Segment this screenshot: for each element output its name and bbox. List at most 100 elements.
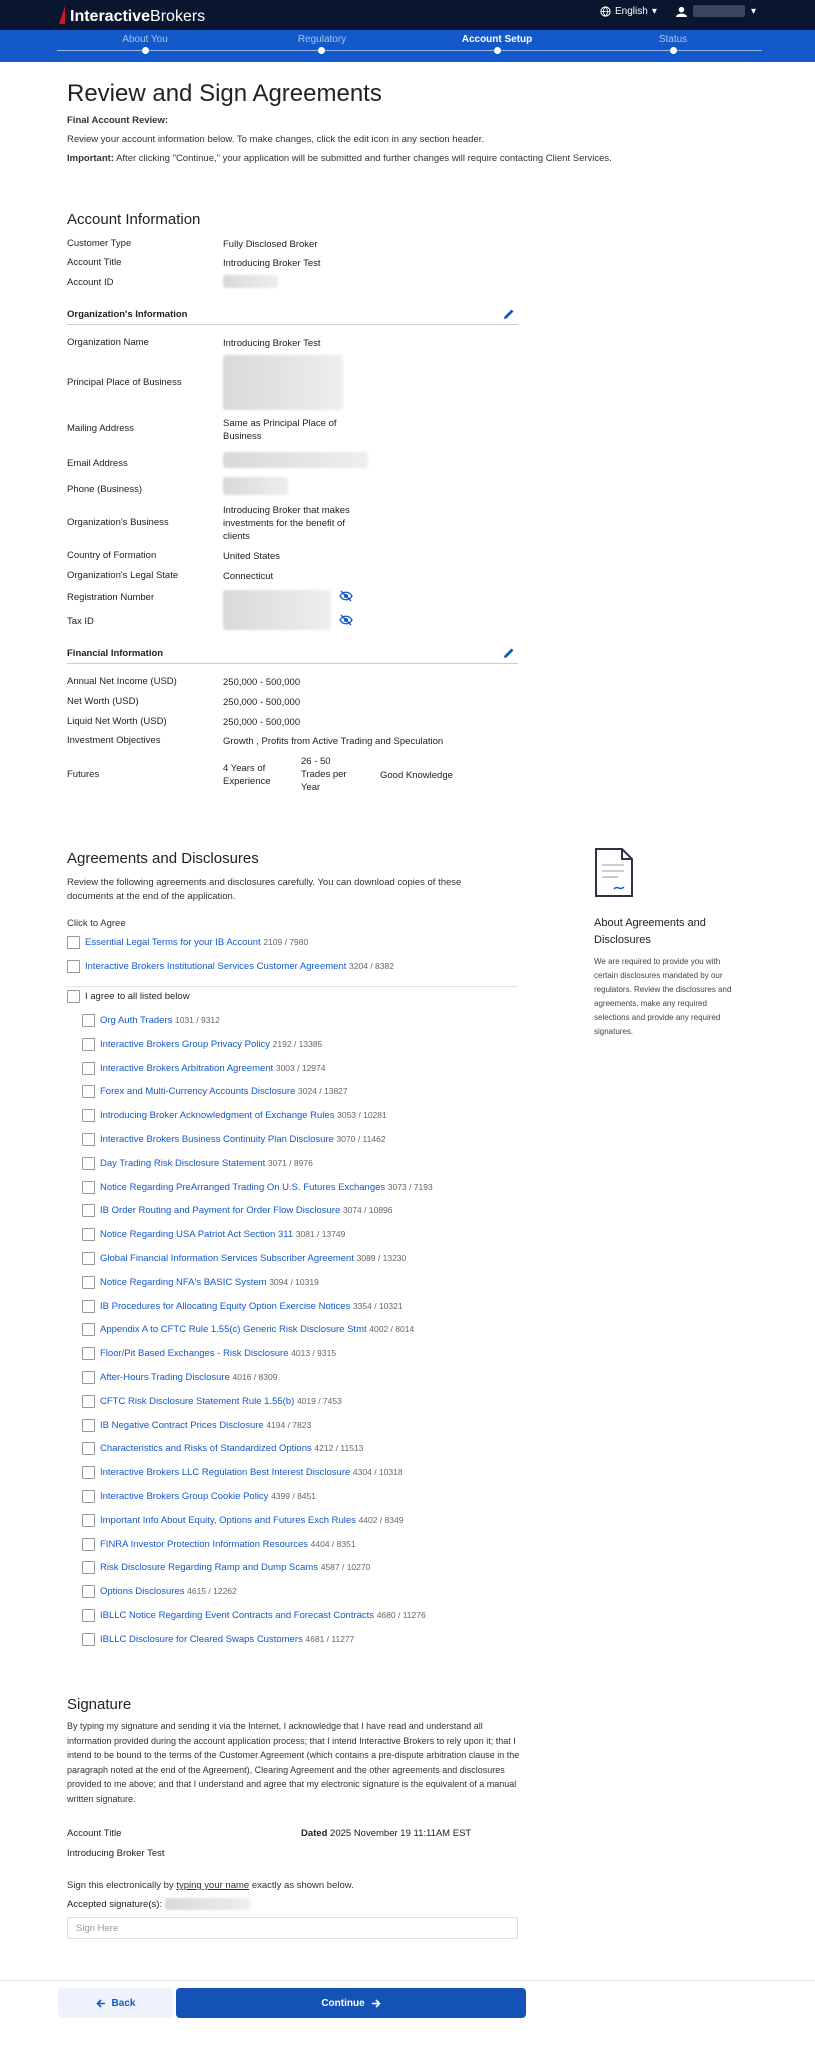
checkbox[interactable] [82, 1561, 95, 1574]
agreement-title: Floor/Pit Based Exchanges - Risk Disclos… [100, 1348, 289, 1359]
account-title-value: Introducing Broker Test [67, 1848, 165, 1859]
pencil-icon[interactable] [503, 647, 515, 659]
language-selector[interactable]: English ▾ [600, 6, 657, 17]
checkbox[interactable] [82, 1514, 95, 1527]
agreement-link[interactable]: CFTC Risk Disclosure Statement Rule 1.55… [100, 1396, 342, 1407]
checkbox[interactable] [82, 1609, 95, 1622]
brand-logo[interactable]: InteractiveBrokers [70, 8, 205, 26]
important-label: Important: [67, 153, 114, 164]
progress-stepper: About You Regulatory Account Setup Statu… [0, 30, 815, 62]
agreement-link[interactable]: Interactive Brokers Business Continuity … [100, 1134, 386, 1145]
checkbox[interactable] [82, 1371, 95, 1384]
agreement-link[interactable]: Characteristics and Risks of Standardize… [100, 1443, 363, 1454]
agreement-link[interactable]: IBLLC Notice Regarding Event Contracts a… [100, 1610, 426, 1621]
important-note: Important: After clicking "Continue," yo… [67, 153, 612, 164]
account-title-label: Account Title [67, 1828, 122, 1839]
top-navbar: InteractiveBrokers English ▾ ▾ [0, 0, 815, 30]
eye-slash-icon[interactable] [339, 614, 353, 626]
agreement-link[interactable]: IB Order Routing and Payment for Order F… [100, 1205, 393, 1216]
agreement-title: Notice Regarding PreArranged Trading On … [100, 1182, 386, 1193]
checkbox[interactable] [82, 1109, 95, 1122]
checkbox[interactable] [82, 1633, 95, 1646]
agreement-link[interactable]: IB Procedures for Allocating Equity Opti… [100, 1301, 403, 1312]
checkbox[interactable] [82, 1181, 95, 1194]
agreement-link[interactable]: Essential Legal Terms for your IB Accoun… [85, 937, 308, 948]
row-label: Mailing Address [67, 423, 135, 434]
checkbox[interactable] [67, 960, 80, 973]
page-title: Review and Sign Agreements [67, 80, 382, 107]
agreement-link[interactable]: Notice Regarding USA Patriot Act Section… [100, 1229, 345, 1240]
agreement-link[interactable]: Notice Regarding NFA's BASIC System 3094… [100, 1277, 319, 1288]
checkbox[interactable] [82, 1395, 95, 1408]
agreement-link[interactable]: Interactive Brokers LLC Regulation Best … [100, 1467, 403, 1478]
row-label: Account Title [67, 257, 122, 268]
checkbox[interactable] [82, 1419, 95, 1432]
pencil-icon[interactable] [503, 308, 515, 320]
agree-all-checkbox[interactable] [67, 990, 80, 1003]
checkbox[interactable] [82, 1228, 95, 1241]
agreement-version: 2192 / 13385 [272, 1039, 323, 1049]
aside-text: We are required to provide you with cert… [594, 957, 732, 1036]
agreement-link[interactable]: IB Negative Contract Prices Disclosure 4… [100, 1420, 311, 1431]
checkbox[interactable] [82, 1204, 95, 1217]
checkbox[interactable] [82, 1300, 95, 1313]
sign-instruction: Sign this electronically by typing your … [67, 1880, 354, 1891]
eye-slash-icon[interactable] [339, 590, 353, 602]
back-button[interactable]: Back [58, 1988, 173, 2018]
checkbox[interactable] [82, 1157, 95, 1170]
row-value: Introducing Broker that makes investment… [223, 505, 350, 542]
checkbox[interactable] [82, 1062, 95, 1075]
checkbox[interactable] [82, 1085, 95, 1098]
checkbox[interactable] [82, 1323, 95, 1336]
step-dot [494, 47, 501, 54]
agreement-title: Notice Regarding USA Patriot Act Section… [100, 1229, 294, 1240]
checkbox[interactable] [67, 936, 80, 949]
checkbox[interactable] [82, 1133, 95, 1146]
checkbox[interactable] [82, 1252, 95, 1265]
checkbox[interactable] [82, 1014, 95, 1027]
agreement-link[interactable]: Interactive Brokers Group Cookie Policy … [100, 1491, 316, 1502]
agreement-link[interactable]: Risk Disclosure Regarding Ramp and Dump … [100, 1562, 370, 1573]
continue-button[interactable]: Continue [176, 1988, 526, 2018]
checkbox[interactable] [82, 1276, 95, 1289]
agreement-link[interactable]: Interactive Brokers Group Privacy Policy… [100, 1039, 322, 1050]
user-menu[interactable]: ▾ [676, 5, 756, 17]
agreement-link[interactable]: Appendix A to CFTC Rule 1.55(c) Generic … [100, 1324, 414, 1335]
agreement-link[interactable]: Forex and Multi-Currency Accounts Disclo… [100, 1086, 348, 1097]
agreement-link[interactable]: Day Trading Risk Disclosure Statement 30… [100, 1158, 313, 1169]
agreement-link[interactable]: After-Hours Trading Disclosure 4016 / 83… [100, 1372, 277, 1383]
agreement-title: Forex and Multi-Currency Accounts Disclo… [100, 1086, 296, 1097]
checkbox[interactable] [82, 1538, 95, 1551]
agreement-link[interactable]: Introducing Broker Acknowledgment of Exc… [100, 1110, 387, 1121]
row-label: Registration Number [67, 592, 155, 603]
checkbox[interactable] [82, 1585, 95, 1598]
checkbox[interactable] [82, 1347, 95, 1360]
agreement-link[interactable]: IBLLC Disclosure for Cleared Swaps Custo… [100, 1634, 354, 1645]
agreement-link[interactable]: Options Disclosures 4615 / 12262 [100, 1586, 237, 1597]
row-label: Customer Type [67, 238, 132, 249]
agreement-link[interactable]: Global Financial Information Services Su… [100, 1253, 406, 1264]
agreement-title: Day Trading Risk Disclosure Statement [100, 1158, 266, 1169]
signature-input[interactable]: Sign Here [67, 1917, 518, 1939]
agreement-link[interactable]: Interactive Brokers Institutional Servic… [85, 961, 394, 972]
aside-title: About Agreements and Disclosures [594, 917, 706, 946]
checkbox[interactable] [82, 1466, 95, 1479]
checkbox[interactable] [82, 1442, 95, 1455]
checkbox[interactable] [82, 1038, 95, 1051]
click-to-agree-label: Click to Agree [67, 918, 126, 929]
agreement-link[interactable]: Notice Regarding PreArranged Trading On … [100, 1182, 433, 1193]
agreement-version: 4399 / 8451 [271, 1491, 316, 1501]
agreement-title: Interactive Brokers Group Privacy Policy [100, 1039, 271, 1050]
agreement-link[interactable]: Floor/Pit Based Exchanges - Risk Disclos… [100, 1348, 336, 1359]
dated-line: Dated 2025 November 19 11:11AM EST [301, 1828, 471, 1839]
futures-knowledge: Good Knowledge [380, 770, 453, 781]
user-name-redacted [693, 5, 745, 17]
checkbox[interactable] [82, 1490, 95, 1503]
agreement-link[interactable]: FINRA Investor Protection Information Re… [100, 1539, 356, 1550]
agreement-link[interactable]: Important Info About Equity, Options and… [100, 1515, 403, 1526]
row-label: Organization's Business [67, 517, 169, 528]
document-icon [595, 848, 633, 897]
agreements-heading: Agreements and Disclosures [67, 850, 259, 867]
agreement-link[interactable]: Interactive Brokers Arbitration Agreemen… [100, 1063, 325, 1074]
agreement-link[interactable]: Org Auth Traders 1031 / 9312 [100, 1015, 220, 1026]
